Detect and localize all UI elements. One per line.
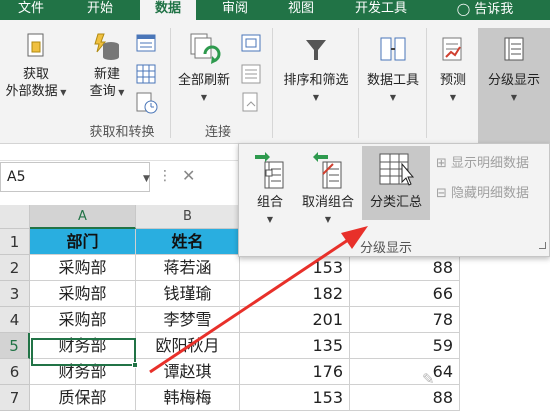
table-cell[interactable]: 153 — [240, 255, 350, 281]
subtotal-icon — [379, 153, 415, 186]
table-cell[interactable]: 蒋若涵 — [136, 255, 240, 281]
chevron-down-icon: ▼ — [266, 215, 274, 224]
dialog-launcher-icon[interactable] — [539, 242, 546, 249]
filter-funnel-icon — [306, 40, 326, 60]
tab-tell-me[interactable]: ◯ 告诉我 — [446, 0, 524, 20]
table-cell[interactable]: 201 — [240, 307, 350, 333]
edit-links-icon[interactable] — [241, 92, 261, 114]
tab-home[interactable]: 开始 — [74, 0, 126, 20]
group-divider — [426, 28, 427, 138]
show-queries-icon[interactable] — [136, 34, 156, 52]
table-cell[interactable]: 质保部 — [30, 385, 136, 411]
table-cell[interactable]: 59 — [350, 333, 460, 359]
chevron-down-icon: ▼ — [389, 93, 397, 102]
get-external-data-button[interactable]: 获取 外部数据 ▼ — [0, 32, 72, 101]
row-header[interactable]: 7 — [0, 385, 30, 411]
forecast-icon — [442, 37, 462, 61]
outline-group-label: 分级显示 — [360, 241, 413, 256]
tab-review[interactable]: 审阅 — [210, 0, 260, 20]
table-cell[interactable]: 李梦雪 — [136, 307, 240, 333]
row-header[interactable]: 4 — [0, 307, 30, 333]
chevron-down-icon: ▼ — [449, 93, 457, 102]
watermark-icon: ✎ — [422, 370, 435, 388]
show-detail-icon: ⊞ — [436, 156, 447, 171]
table-cell[interactable]: 采购部 — [30, 255, 136, 281]
table-cell[interactable]: 采购部 — [30, 281, 136, 307]
chevron-down-icon: ▼ — [200, 93, 208, 102]
chevron-down-icon: ▼ — [324, 215, 332, 224]
table-cell[interactable]: 78 — [350, 307, 460, 333]
forecast-button[interactable]: 预测 ▼ — [428, 32, 478, 106]
outline-button[interactable]: 分级显示 ▼ — [478, 28, 550, 146]
chevron-down-icon: ▼ — [57, 88, 67, 97]
table-cell[interactable]: 欧阳秋月 — [136, 333, 240, 359]
row-header[interactable]: 3 — [0, 281, 30, 307]
table-cell[interactable]: 64 — [350, 359, 460, 385]
table-cell[interactable]: 135 — [240, 333, 350, 359]
properties-icon[interactable] — [241, 64, 261, 84]
table-cell[interactable]: 182 — [240, 281, 350, 307]
tab-data[interactable]: 数据 — [140, 0, 196, 20]
table-cell[interactable]: 韩梅梅 — [136, 385, 240, 411]
ungroup-icon — [313, 152, 342, 189]
data-tools-icon — [380, 37, 406, 61]
column-header-a[interactable]: A — [30, 205, 136, 229]
ungroup-button[interactable]: 取消组合 ▼ — [296, 150, 360, 228]
table-cell[interactable]: 153 — [240, 385, 350, 411]
tab-developer[interactable]: 开发工具 — [344, 0, 418, 20]
table-cell[interactable]: 66 — [350, 281, 460, 307]
group-divider — [358, 28, 359, 138]
cancel-icon[interactable]: ✕ — [182, 166, 195, 185]
lightbulb-icon: ◯ — [456, 2, 471, 16]
refresh-icon — [190, 33, 221, 64]
show-detail-button[interactable]: ⊞ 显示明细数据 — [436, 152, 529, 171]
tab-view[interactable]: 视图 — [276, 0, 326, 20]
ribbon-tab-bar: 文件 开始 数据 审阅 视图 开发工具 ◯ 告诉我 — [0, 0, 550, 20]
sort-filter-button[interactable]: 排序和筛选 ▼ — [274, 32, 358, 106]
recent-sources-icon[interactable] — [136, 92, 158, 114]
external-data-icon — [27, 33, 44, 57]
active-cell-selection — [31, 338, 136, 366]
hide-detail-icon: ⊟ — [436, 186, 447, 201]
more-options-icon[interactable]: ⋮ — [158, 168, 172, 184]
table-cell[interactable]: 谭赵琪 — [136, 359, 240, 385]
group-divider — [170, 28, 171, 138]
column-header-b[interactable]: B — [136, 205, 240, 229]
table-cell[interactable]: 88 — [350, 385, 460, 411]
table-cell[interactable]: 采购部 — [30, 307, 136, 333]
fill-handle[interactable] — [132, 362, 138, 368]
tab-file[interactable]: 文件 — [8, 0, 54, 20]
group-divider — [272, 28, 273, 138]
row-header[interactable]: 5 — [0, 333, 30, 359]
chevron-down-icon: ▼ — [510, 93, 518, 102]
table-cell[interactable]: 176 — [240, 359, 350, 385]
hide-detail-button[interactable]: ⊟ 隐藏明细数据 — [436, 182, 529, 201]
group-label-connections: 连接 — [204, 125, 231, 140]
name-box[interactable]: A5 — [0, 162, 150, 192]
row-header[interactable]: 6 — [0, 359, 30, 385]
ribbon: 获取 外部数据 ▼ 新建 查询 ▼ 获取和转换 全部刷新 ▼ 连接 排序和筛选 … — [0, 20, 550, 146]
connections-icon[interactable] — [241, 34, 261, 52]
group-label-get-transform: 获取和转换 — [89, 125, 155, 140]
chevron-down-icon: ▼ — [115, 88, 125, 97]
group-icon — [255, 152, 284, 189]
subtotal-button[interactable]: 分类汇总 — [362, 146, 430, 220]
row-header[interactable]: 2 — [0, 255, 30, 281]
new-query-icon — [94, 33, 119, 60]
data-tools-button[interactable]: 数据工具 ▼ — [360, 32, 426, 106]
table-cell[interactable]: 钱瑾瑜 — [136, 281, 240, 307]
group-button[interactable]: 组合 ▼ — [246, 150, 294, 228]
outline-icon — [504, 37, 524, 61]
from-table-icon[interactable] — [136, 64, 156, 84]
table-cell[interactable]: 88 — [350, 255, 460, 281]
refresh-all-button[interactable]: 全部刷新 ▼ — [172, 32, 236, 106]
chevron-down-icon[interactable]: ▼ — [143, 174, 150, 184]
new-query-button[interactable]: 新建 查询 ▼ — [80, 32, 134, 101]
row-header[interactable]: 1 — [0, 229, 30, 255]
chevron-down-icon: ▼ — [312, 93, 320, 102]
table-header-cell[interactable]: 部门 — [30, 229, 136, 255]
select-all-corner[interactable] — [0, 205, 30, 229]
table-header-cell[interactable]: 姓名 — [136, 229, 240, 255]
